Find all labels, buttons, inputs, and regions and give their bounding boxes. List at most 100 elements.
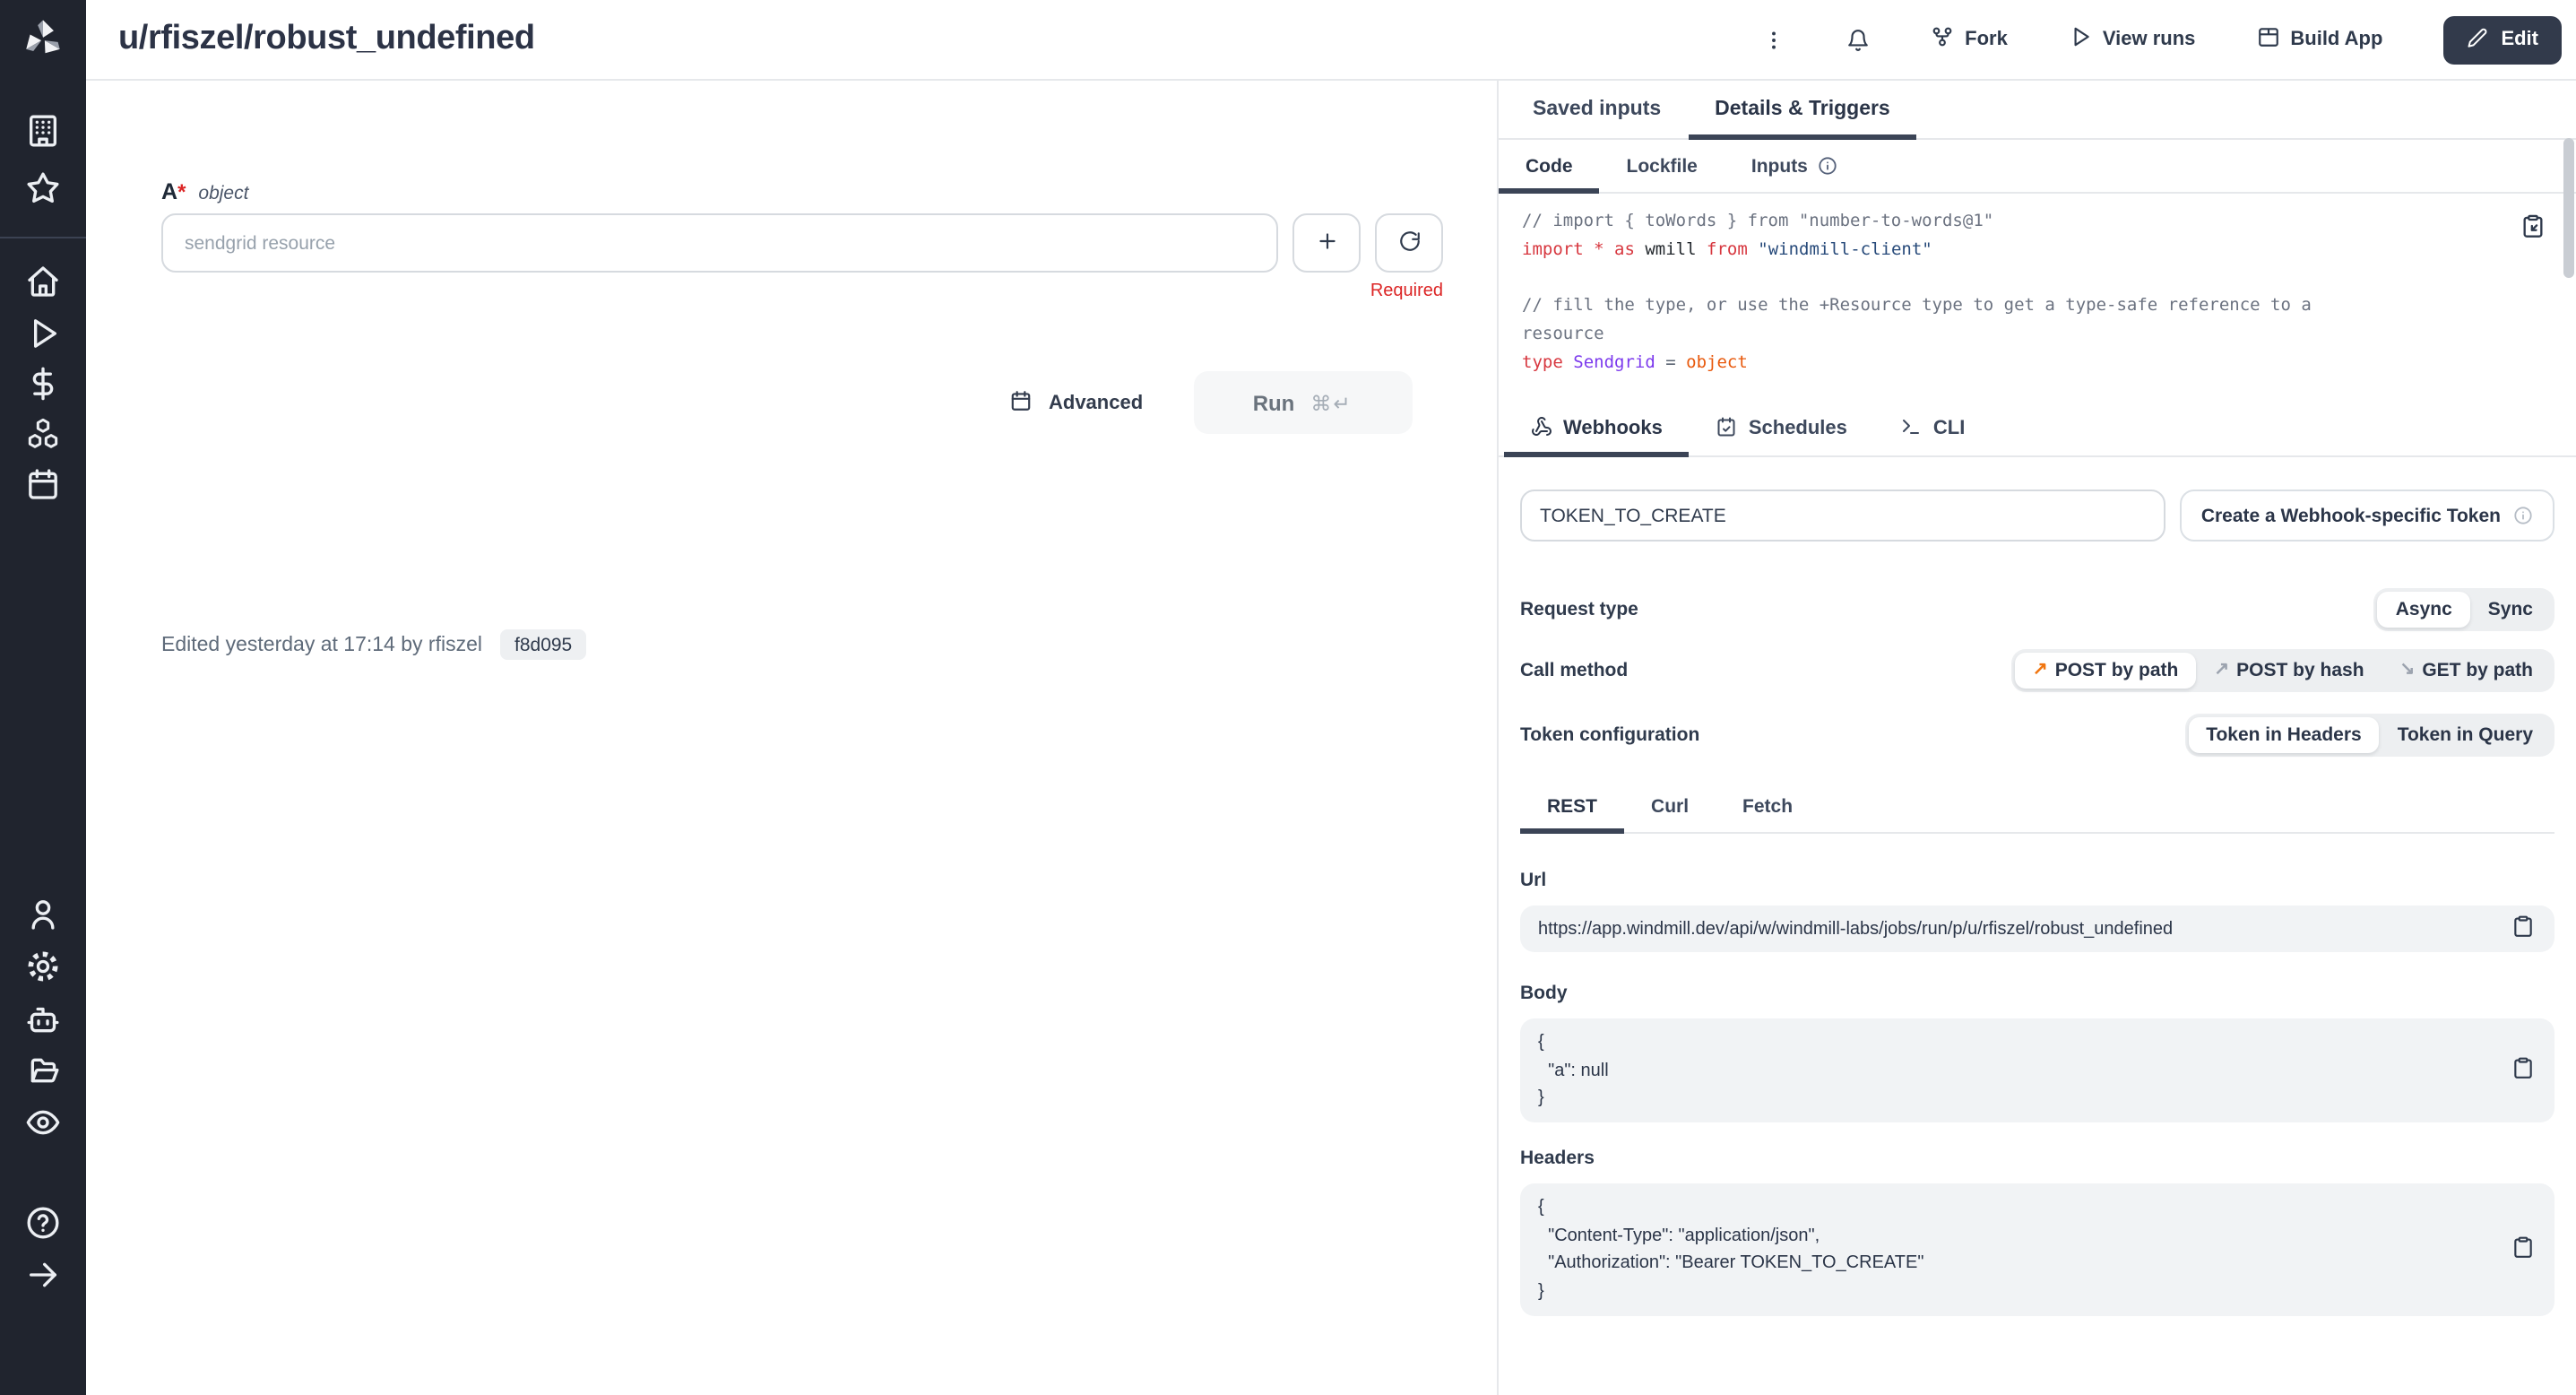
headers-json: { "Content-Type": "application/json", "A… (1538, 1194, 2494, 1305)
request-type-row: Request type Async Sync (1520, 588, 2554, 631)
refresh-resource-button[interactable] (1375, 213, 1443, 273)
sidebar-divider (0, 237, 86, 238)
tab-code[interactable]: Code (1499, 140, 1600, 192)
call-method-get-by-path[interactable]: ↘ GET by path (2382, 653, 2551, 689)
tab-lockfile[interactable]: Lockfile (1600, 140, 1725, 192)
tab-curl[interactable]: Curl (1624, 782, 1716, 832)
detail-tabs: Code Lockfile Inputs (1499, 140, 2576, 194)
body-json: { "a": null } (1538, 1029, 2494, 1113)
terminal-icon (1901, 415, 1923, 442)
bell-icon[interactable] (1846, 28, 1870, 51)
plus-icon (1315, 229, 1338, 257)
edited-note: Edited yesterday at 17:14 by rfiszel (161, 634, 482, 655)
required-note: Required (161, 282, 1443, 301)
tab-schedules[interactable]: Schedules (1690, 402, 1874, 455)
token-in-query[interactable]: Token in Query (2380, 717, 2551, 753)
dollar-icon[interactable] (25, 366, 61, 402)
refresh-icon (1397, 229, 1421, 257)
view-runs-button[interactable]: View runs (2069, 25, 2196, 54)
fork-button[interactable]: Fork (1931, 25, 2008, 54)
info-icon[interactable] (1819, 156, 1838, 176)
calendar-icon (1009, 388, 1033, 417)
windmill-script-page: u/rfiszel/robust_undefined Fork View run… (0, 0, 2576, 1395)
build-app-button[interactable]: Build App (2256, 25, 2382, 54)
user-icon[interactable] (25, 897, 61, 932)
play-icon (2069, 25, 2092, 54)
eye-icon[interactable] (25, 1105, 61, 1140)
copy-body-button[interactable] (2511, 1056, 2535, 1085)
code-content: // import { toWords } from "number-to-wo… (1522, 208, 2504, 377)
edited-row: Edited yesterday at 17:14 by rfiszel f8d… (161, 629, 586, 660)
run-form: A* object Required Advanced (86, 81, 1497, 1395)
copy-url-button[interactable] (2511, 914, 2535, 943)
tab-fetch[interactable]: Fetch (1716, 782, 1820, 832)
call-method-post-by-hash[interactable]: ↗ POST by hash (2196, 653, 2382, 689)
url-box: https://app.windmill.dev/api/w/windmill-… (1520, 905, 2554, 952)
clipboard-copy-icon (2520, 213, 2546, 244)
star-icon[interactable] (25, 170, 61, 206)
tab-webhooks[interactable]: Webhooks (1504, 402, 1690, 455)
details-panel: Saved inputs Details & Triggers Code Loc… (1497, 81, 2576, 1395)
url-label: Url (1520, 870, 2554, 891)
advanced-button[interactable]: Advanced (1009, 388, 1143, 417)
body-box: { "a": null } (1520, 1018, 2554, 1122)
windmill-logo[interactable] (20, 16, 66, 63)
calendar-check-icon (1716, 415, 1738, 442)
arrow-right-icon[interactable] (25, 1257, 61, 1293)
pencil-icon (2467, 26, 2488, 53)
tab-saved-inputs[interactable]: Saved inputs (1506, 81, 1688, 138)
copy-headers-button[interactable] (2511, 1235, 2535, 1264)
tab-inputs[interactable]: Inputs (1725, 140, 1865, 192)
resource-input[interactable] (161, 213, 1278, 273)
run-button[interactable]: Run ⌘↵ (1193, 371, 1412, 434)
boxes-icon[interactable] (25, 416, 61, 452)
token-config-toggle: Token in Headers Token in Query (2184, 714, 2554, 757)
call-method-toggle: ↗ POST by path ↗ POST by hash ↘ GET by p… (2011, 649, 2554, 692)
field-label: A* object (161, 176, 248, 208)
gear-icon[interactable] (25, 949, 61, 984)
call-method-row: Call method ↗ POST by path ↗ POST by has… (1520, 649, 2554, 692)
clipboard-icon (2511, 914, 2535, 943)
headers-label: Headers (1520, 1148, 2554, 1169)
clipboard-icon (2511, 1235, 2535, 1264)
token-in-headers[interactable]: Token in Headers (2188, 717, 2380, 753)
scrollbar-thumb[interactable] (2563, 138, 2574, 278)
copy-code-button[interactable] (2520, 213, 2546, 244)
folder-open-icon[interactable] (25, 1053, 61, 1088)
create-webhook-token-button[interactable]: Create a Webhook-specific Token (2180, 490, 2554, 542)
building-icon[interactable] (25, 113, 61, 149)
webhook-icon (1531, 415, 1552, 442)
headers-box: { "Content-Type": "application/json", "A… (1520, 1183, 2554, 1316)
edit-button[interactable]: Edit (2443, 15, 2562, 64)
tab-details-triggers[interactable]: Details & Triggers (1688, 81, 1917, 138)
bot-icon[interactable] (25, 1002, 61, 1038)
kebab-menu-icon[interactable] (1762, 28, 1785, 51)
snippet-tabs: REST Curl Fetch (1520, 782, 2554, 834)
arrow-up-right-icon: ↗ (2214, 662, 2229, 680)
webhook-url: https://app.windmill.dev/api/w/windmill-… (1538, 919, 2173, 939)
tab-cli[interactable]: CLI (1874, 402, 1992, 455)
field-name: A (161, 179, 177, 204)
left-sidebar (0, 0, 86, 1395)
body-label: Body (1520, 983, 2554, 1004)
request-type-sync[interactable]: Sync (2470, 592, 2551, 628)
home-icon[interactable] (25, 264, 61, 299)
layout-icon (2256, 25, 2279, 54)
help-circle-icon[interactable] (25, 1205, 61, 1241)
arrow-down-right-icon: ↘ (2400, 662, 2416, 680)
resource-input-row (161, 213, 1443, 273)
calendar-icon[interactable] (25, 466, 61, 502)
tab-rest[interactable]: REST (1520, 782, 1624, 832)
version-hash-badge: f8d095 (500, 629, 586, 660)
page-title: u/rfiszel/robust_undefined (118, 20, 535, 59)
add-resource-button[interactable] (1292, 213, 1361, 273)
request-type-label: Request type (1520, 599, 1638, 620)
required-asterisk: * (177, 179, 186, 204)
call-method-post-by-path[interactable]: ↗ POST by path (2015, 653, 2196, 689)
git-fork-icon (1931, 25, 1954, 54)
play-icon[interactable] (25, 316, 61, 351)
request-type-async[interactable]: Async (2378, 592, 2470, 628)
webhook-token-input[interactable] (1520, 490, 2165, 542)
field-type: object (198, 183, 248, 204)
run-shortcut: ⌘↵ (1310, 390, 1352, 415)
